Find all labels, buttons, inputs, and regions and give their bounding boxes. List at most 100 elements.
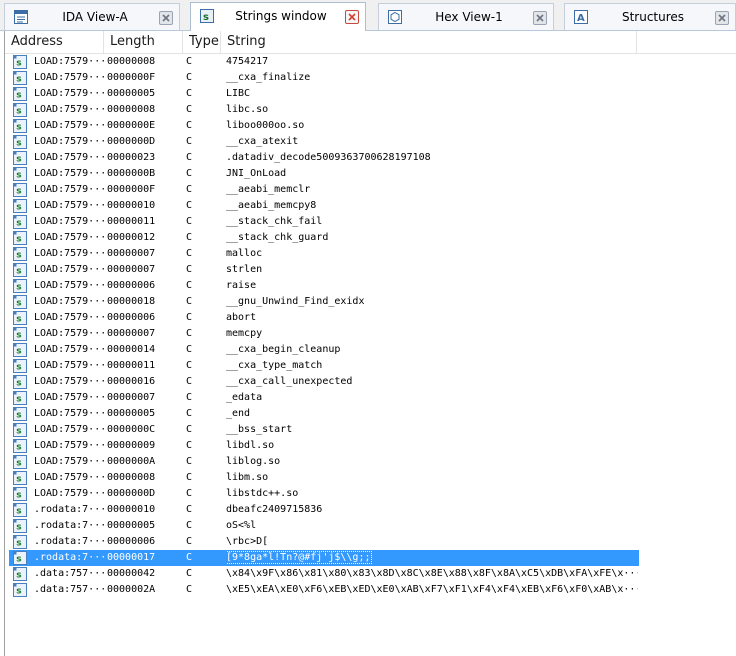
cell-length: 00000017 xyxy=(107,550,183,566)
cell-length-text: 00000042 xyxy=(107,568,156,579)
column-header-address[interactable]: Address xyxy=(5,31,104,53)
table-row[interactable]: s LOAD:7579··· 00000016 C __cxa_call_unexpec… xyxy=(9,374,639,390)
string-item-icon: s xyxy=(13,407,27,421)
cell-address-text: LOAD:7579··· xyxy=(34,312,104,323)
column-header-type[interactable]: Type xyxy=(183,31,221,53)
table-row[interactable]: s LOAD:7579··· 0000000D C __cxa_atexit xyxy=(9,134,639,150)
table-row[interactable]: s .rodata:7··· 00000006 C \rbc>D[ xyxy=(9,534,639,550)
cell-address-text: LOAD:7579··· xyxy=(34,232,104,243)
tab-strings-window[interactable]: s Strings window xyxy=(190,2,366,31)
table-row[interactable]: s LOAD:7579··· 00000006 Craise xyxy=(9,278,639,294)
cell-string-text: JNI_OnLoad xyxy=(226,168,287,179)
cell-string-text: oS<%l xyxy=(226,520,257,531)
table-row[interactable]: s LOAD:7579··· 0000000F C __cxa_finalize xyxy=(9,70,639,86)
string-item-icon: s xyxy=(13,183,27,197)
cell-address-text: .data:757··· xyxy=(34,568,104,579)
table-row[interactable]: s LOAD:7579··· 00000018 C __gnu_Unwind_Find_… xyxy=(9,294,639,310)
cell-string-text: 4754217 xyxy=(226,56,269,67)
cell-length: 00000008 xyxy=(107,470,183,486)
tab-label: Strings window xyxy=(235,9,327,23)
table-row[interactable]: s LOAD:7579··· 00000010 C __aeabi_memcpy8 xyxy=(9,198,639,214)
cell-length-text: 00000007 xyxy=(107,264,156,275)
table-row[interactable]: s LOAD:7579··· 00000008 Clibm.so xyxy=(9,470,639,486)
table-row[interactable]: s LOAD:7579··· 00000009 Clibdl.so xyxy=(9,438,639,454)
cell-address: .data:757··· xyxy=(34,582,104,598)
cell-address-text: LOAD:7579··· xyxy=(34,184,104,195)
svg-text:s: s xyxy=(16,587,21,597)
table-row[interactable]: s .data:757··· 0000002A C \xE5\xEA\xE0\xF6\x… xyxy=(9,582,639,598)
table-row[interactable]: s LOAD:7579··· 0000000D Clibstdc++.so xyxy=(9,486,639,502)
table-row[interactable]: s LOAD:7579··· 0000000E Cliboo000oo.so xyxy=(9,118,639,134)
table-row[interactable]: s LOAD:7579··· 00000023 C .datadiv_decode500… xyxy=(9,150,639,166)
table-row[interactable]: s LOAD:7579··· 0000000A Cliblog.so xyxy=(9,454,639,470)
table-row[interactable]: s LOAD:7579··· 00000005 C LIBC xyxy=(9,86,639,102)
table-row[interactable]: s LOAD:7579··· 00000012 C __stack_chk_guard xyxy=(9,230,639,246)
cell-type: C xyxy=(186,550,220,566)
table-row[interactable]: s LOAD:7579··· 00000008 Clibc.so xyxy=(9,102,639,118)
table-row[interactable]: s LOAD:7579··· 00000007 C _edata xyxy=(9,390,639,406)
cell-length-text: 00000005 xyxy=(107,88,156,99)
svg-text:s: s xyxy=(16,459,21,469)
table-row[interactable]: s LOAD:7579··· 0000000F C __aeabi_memclr xyxy=(9,182,639,198)
cell-string: LIBC xyxy=(226,86,638,102)
string-item-icon: s xyxy=(13,487,27,501)
string-item-icon: s xyxy=(13,231,27,245)
cell-type-text: C xyxy=(186,104,193,115)
svg-text:s: s xyxy=(16,267,21,277)
tab-hex-view-1[interactable]: Hex View-1 xyxy=(378,3,554,30)
close-icon[interactable] xyxy=(533,11,547,25)
table-row[interactable]: s LOAD:7579··· 0000000B C JNI_OnLoad xyxy=(9,166,639,182)
table-row[interactable]: s .data:757··· 00000042 C \x84\x9F\x86\x81\x… xyxy=(9,566,639,582)
table-row[interactable]: s LOAD:7579··· 00000007 Cmemcpy xyxy=(9,326,639,342)
table-row[interactable]: s LOAD:7579··· 00000008 C 4754217 xyxy=(9,54,639,70)
table-row[interactable]: s .rodata:7··· 00000017 C [9*8ga*l!Tn?@#fj'j… xyxy=(9,550,639,566)
cell-length-text: 0000000E xyxy=(107,120,156,131)
cell-string: malloc xyxy=(226,246,638,262)
table-row[interactable]: s .rodata:7··· 00000010 Cdbeafc2409715836 xyxy=(9,502,639,518)
cell-address: LOAD:7579··· xyxy=(34,422,104,438)
close-icon[interactable] xyxy=(715,11,729,25)
cell-length-text: 00000012 xyxy=(107,232,156,243)
strings-table: Address Length Type String s LOAD:7579···… xyxy=(4,31,736,656)
cell-string: .datadiv_decode5009363700628197108 xyxy=(226,150,638,166)
table-row[interactable]: s LOAD:7579··· 00000006 Cabort xyxy=(9,310,639,326)
svg-text:s: s xyxy=(16,299,21,309)
cell-string: libdl.so xyxy=(226,438,638,454)
cell-type-text: C xyxy=(186,120,193,131)
table-row[interactable]: s .rodata:7··· 00000005 CoS<%l xyxy=(9,518,639,534)
cell-length-text: 0000000F xyxy=(107,72,156,83)
cell-address: LOAD:7579··· xyxy=(34,278,104,294)
cell-string-text: dbeafc2409715836 xyxy=(226,504,323,515)
string-item-icon: s xyxy=(13,551,27,565)
table-row[interactable]: s LOAD:7579··· 00000011 C __cxa_type_match xyxy=(9,358,639,374)
cell-length-text: 0000000F xyxy=(107,184,156,195)
tab-label: Structures xyxy=(621,10,685,24)
table-row[interactable]: s LOAD:7579··· 00000007 Cmalloc xyxy=(9,246,639,262)
tab-ida-view-a[interactable]: IDA View-A xyxy=(4,3,180,30)
close-icon[interactable] xyxy=(345,10,359,24)
cell-length: 0000000B xyxy=(107,166,183,182)
table-header: Address Length Type String xyxy=(5,31,736,54)
column-header-string[interactable]: String xyxy=(221,31,637,53)
cell-string: __cxa_begin_cleanup xyxy=(226,342,638,358)
cell-address: LOAD:7579··· xyxy=(34,454,104,470)
cell-address: LOAD:7579··· xyxy=(34,198,104,214)
cell-length-text: 00000010 xyxy=(107,504,156,515)
cell-type-text: C xyxy=(186,56,193,67)
close-icon[interactable] xyxy=(159,11,173,25)
table-row[interactable]: s LOAD:7579··· 00000007 Cstrlen xyxy=(9,262,639,278)
tab-structures[interactable]: A Structures xyxy=(564,3,736,30)
cell-address-text: LOAD:7579··· xyxy=(34,488,104,499)
cell-type: C xyxy=(186,454,220,470)
table-row[interactable]: s LOAD:7579··· 0000000C C __bss_start xyxy=(9,422,639,438)
string-item-icon: s xyxy=(13,103,27,117)
table-row[interactable]: s LOAD:7579··· 00000005 C _end xyxy=(9,406,639,422)
column-header-length[interactable]: Length xyxy=(104,31,183,53)
cell-string-text: abort xyxy=(226,312,257,323)
cell-type: C xyxy=(186,406,220,422)
table-row[interactable]: s LOAD:7579··· 00000014 C __cxa_begin_cleanu… xyxy=(9,342,639,358)
table-row[interactable]: s LOAD:7579··· 00000011 C __stack_chk_fail xyxy=(9,214,639,230)
string-item-icon: s xyxy=(13,535,27,549)
svg-text:s: s xyxy=(16,427,21,437)
cell-length-text: 00000006 xyxy=(107,536,156,547)
